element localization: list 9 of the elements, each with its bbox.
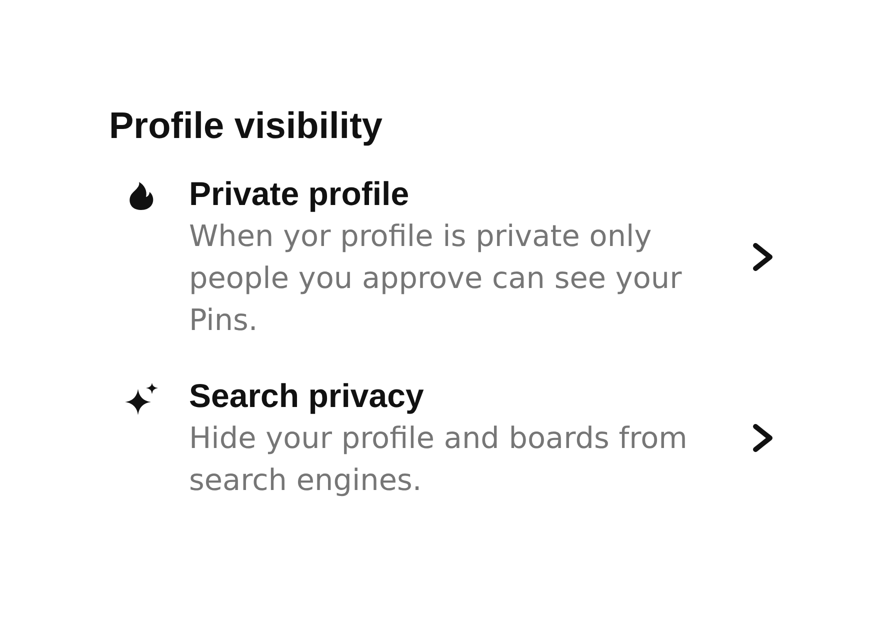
chevron-right-icon[interactable] <box>752 242 774 272</box>
flame-icon <box>128 182 154 210</box>
section-heading: Profile visibility <box>109 104 382 148</box>
setting-description: When yor profile is private only people you approve can see your Pins. <box>189 218 683 339</box>
sparkle-icon <box>124 383 158 415</box>
setting-title: Private profile <box>189 174 410 214</box>
chevron-right-icon[interactable] <box>752 423 774 453</box>
setting-title: Search privacy <box>189 376 424 416</box>
setting-description: Hide your profile and boards from search engines. <box>189 420 688 499</box>
